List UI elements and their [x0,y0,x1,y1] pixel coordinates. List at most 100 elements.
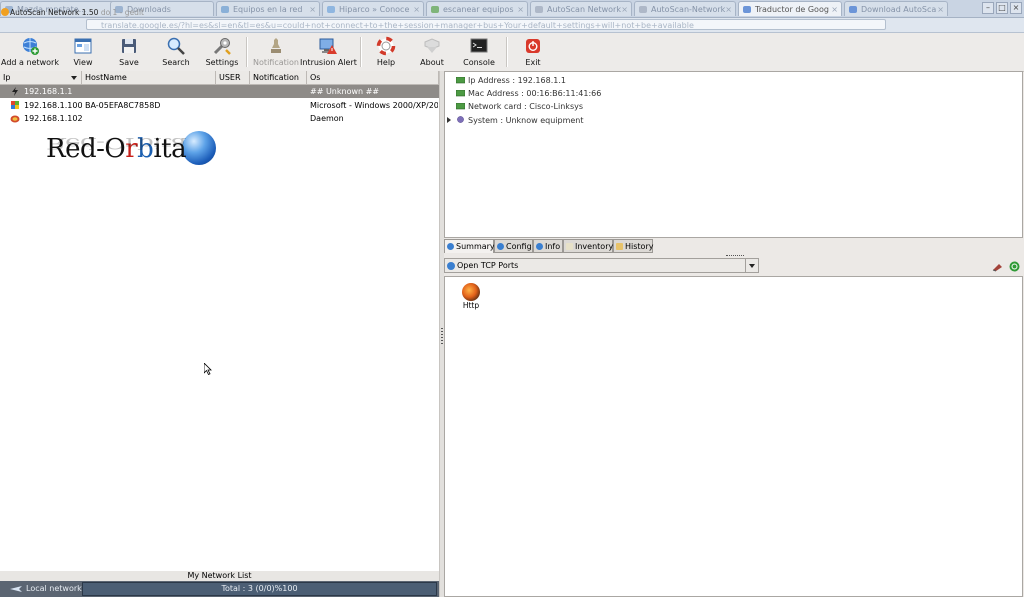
tab-favicon-icon [221,6,229,13]
close-icon[interactable]: × [725,2,732,16]
window-title: AutoScan Network 1.50 do 1 - gedit [0,7,144,18]
status-bar: Local network Total : 3 (0/0)%100 [0,581,439,597]
column-header-ip[interactable]: Ip [0,71,82,85]
tree-item-mac[interactable]: Mac Address : 00:16:B6:11:41:66 [456,87,601,100]
about-button[interactable]: About [416,33,448,71]
refresh-icon [447,262,455,270]
column-header-user[interactable]: USER [216,71,250,85]
cell-os: Microsoft - Windows 2000/XP/2003 [310,101,438,110]
toolbar-separator [506,37,508,67]
cell-hostname [85,85,215,98]
ports-actions [992,261,1022,273]
search-button[interactable]: Search [158,33,194,71]
inventory-icon [566,243,573,250]
tree-item-network-card[interactable]: Network card : Cisco-Linksys [456,100,583,113]
column-header-notification[interactable]: Notification [250,71,307,85]
globe-icon [182,131,216,165]
close-window-icon[interactable]: × [1010,2,1022,14]
total-progress: Total : 3 (0/0)%100 [82,582,437,596]
column-header-os[interactable]: Os [307,71,439,85]
help-button[interactable]: Help [370,33,402,71]
view-button[interactable]: View [66,33,100,71]
column-header-hostname[interactable]: HostName [82,71,216,85]
close-icon[interactable]: × [937,2,944,16]
red-orbita-logo: Red-Orbita Red-Orbita [44,129,224,185]
browser-tab-active[interactable]: Traductor de Goog × [738,1,842,16]
browser-tab[interactable]: escanear equipos × [426,1,528,16]
main-toolbar: Add a network View Save Search Settings … [0,33,1024,72]
expander-arrow-icon[interactable] [447,117,451,123]
tab-summary[interactable]: Summary [444,239,495,253]
cell-ip: 192.168.1.102 [24,114,82,123]
sort-arrow-icon [71,76,77,80]
mouse-cursor-icon [204,363,212,375]
tab-favicon-icon [535,6,543,13]
url-input[interactable]: translate.google.es/?hl=es&sl=en&tl=es&u… [86,19,886,30]
chevron-down-icon[interactable] [745,259,758,272]
toolbar-separator [360,37,362,67]
window-controls: – □ × [980,2,1022,14]
browser-tab[interactable]: Equipos en la red × [216,1,320,16]
about-icon [424,38,440,53]
pane-resize-handle[interactable] [726,255,744,257]
port-item-http[interactable]: Http [459,283,483,310]
browser-tab-strip: Mazda mpstate... Downloads Equipos en la… [0,0,1024,18]
browser-url-bar: translate.google.es/?hl=es&sl=en&tl=es&u… [0,18,1024,33]
close-icon[interactable]: × [413,2,420,16]
search-icon [167,37,185,55]
tab-favicon-icon [327,6,335,13]
tree-item-ip[interactable]: Ip Address : 192.168.1.1 [456,74,566,87]
add-port-icon[interactable] [1009,261,1020,272]
browser-tab[interactable]: Download AutoSca × [844,1,948,16]
network-icon [456,77,465,84]
airplane-icon [10,586,22,592]
tab-favicon-icon [743,6,751,13]
clear-icon[interactable] [992,262,1003,272]
cell-hostname: BA-05EFA8C7858D [85,101,161,110]
cell-ip: 192.168.1.100 [24,101,82,110]
table-row[interactable]: 192.168.1.100 BA-05EFA8C7858D Microsoft … [0,99,439,112]
tab-history[interactable]: History [613,239,653,253]
app-icon [1,8,9,16]
table-row-selected[interactable]: 192.168.1.1 ## Unknown ## [0,85,439,98]
save-button[interactable]: Save [112,33,146,71]
view-icon [74,38,92,54]
close-icon[interactable]: × [309,2,316,16]
tab-config[interactable]: Config [494,239,533,253]
network-list-title: My Network List [0,571,439,581]
table-row[interactable]: 192.168.1.102 Daemon [0,112,439,125]
system-icon [457,116,464,123]
notification-button[interactable]: Notification [252,33,300,71]
network-list-pane: Ip HostName USER Notification Os 192.168… [0,71,439,597]
browser-tab[interactable]: AutoScan-Network × [634,1,736,16]
details-tabs: Summary Config Info Inventory History [444,239,1023,253]
add-network-button[interactable]: Add a network [0,33,60,71]
ports-select[interactable]: Open TCP Ports [444,258,759,273]
browser-tab[interactable]: Hiparco » Conoce × [322,1,424,16]
tab-info[interactable]: Info [533,239,563,253]
cell-os: ## Unknown ## [310,87,380,96]
browser-tab[interactable]: AutoScan Network × [530,1,632,16]
tab-inventory[interactable]: Inventory [563,239,613,253]
close-icon[interactable]: × [831,2,838,16]
host-details-tree: Ip Address : 192.168.1.1 Mac Address : 0… [444,71,1023,238]
close-icon[interactable]: × [621,2,628,16]
help-icon [376,36,396,56]
console-button[interactable]: Console [460,33,498,71]
maximize-icon[interactable]: □ [996,2,1008,14]
intrusion-alert-button[interactable]: Intrusion Alert [300,33,357,71]
close-icon[interactable]: × [517,2,524,16]
config-icon [497,243,504,250]
settings-icon [213,38,231,55]
settings-button[interactable]: Settings [204,33,240,71]
minimize-icon[interactable]: – [982,2,994,14]
exit-button[interactable]: Exit [518,33,548,71]
info-icon [447,243,454,250]
local-network-indicator[interactable]: Local network [10,581,82,597]
cell-os: Daemon [310,114,344,123]
open-ports-view: Http [444,276,1023,597]
cell-hostname [85,112,215,125]
splitter-grip[interactable] [441,328,443,346]
cell-ip: 192.168.1.1 [24,87,73,96]
tree-item-system[interactable]: System : Unknow equipment [446,114,584,127]
